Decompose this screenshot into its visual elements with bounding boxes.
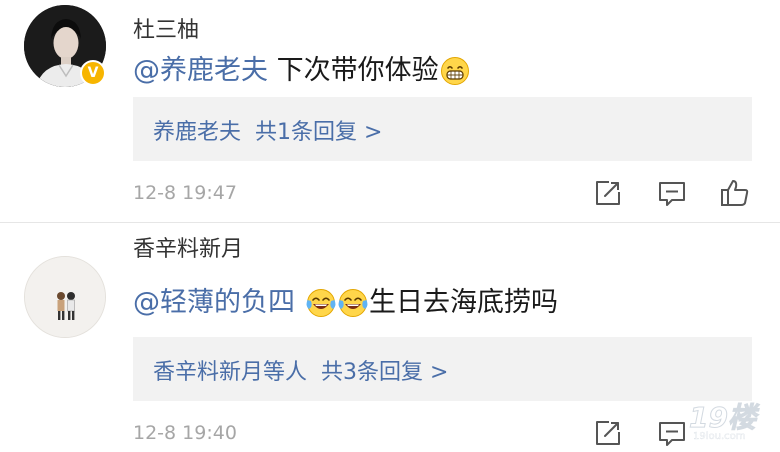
comment-timestamp: 12-8 19:47: [133, 182, 237, 204]
reply-user: 香辛料新月等人: [153, 360, 308, 385]
reply-user: 养鹿老夫: [153, 120, 242, 145]
share-icon[interactable]: [593, 178, 623, 208]
mention-link[interactable]: @轻薄的负四: [133, 287, 295, 318]
avatar-photo: [25, 257, 105, 337]
svg-text:19lou.com: 19lou.com: [693, 431, 746, 442]
grinning-face-emoji-icon: [440, 56, 470, 93]
comment-text: 生日去海底捞吗: [369, 287, 558, 318]
tears-of-joy-emoji-icon: [338, 288, 368, 325]
svg-text:19楼: 19楼: [689, 401, 760, 434]
comment-content: @轻薄的负四 生日去海底捞吗: [133, 280, 558, 325]
comment-username[interactable]: 杜三柚: [133, 12, 199, 44]
tears-of-joy-emoji-icon: [306, 288, 336, 325]
comment-content: @养鹿老夫 下次带你体验: [133, 48, 471, 93]
comment-item: 香辛料新月 @轻薄的负四 生日去海底捞吗 香辛料新月等人 共3条回复 > 12-…: [0, 222, 780, 449]
comment-text: 下次带你体验: [268, 55, 439, 86]
comment-item: V 杜三柚 @养鹿老夫 下次带你体验 养鹿老夫 共1条回复 > 12-8 19:4…: [0, 0, 780, 222]
share-icon[interactable]: [593, 418, 623, 448]
avatar[interactable]: [24, 256, 106, 338]
verified-badge-icon: V: [80, 60, 106, 86]
comment-timestamp: 12-8 19:40: [133, 422, 237, 444]
comment-username[interactable]: 香辛料新月: [133, 231, 243, 263]
reply-summary-box[interactable]: 养鹿老夫 共1条回复 >: [133, 97, 752, 161]
reply-count: 共3条回复 >: [321, 360, 449, 385]
like-icon[interactable]: [720, 178, 750, 208]
mention-link[interactable]: @养鹿老夫: [133, 55, 268, 86]
reply-summary[interactable]: 养鹿老夫 共1条回复 >: [153, 114, 382, 146]
reply-summary[interactable]: 香辛料新月等人 共3条回复 >: [153, 354, 448, 386]
comment-icon[interactable]: [657, 178, 687, 208]
watermark-logo: 19楼 19lou.com: [675, 395, 775, 445]
reply-summary-box[interactable]: 香辛料新月等人 共3条回复 >: [133, 337, 752, 401]
reply-count: 共1条回复 >: [255, 120, 383, 145]
